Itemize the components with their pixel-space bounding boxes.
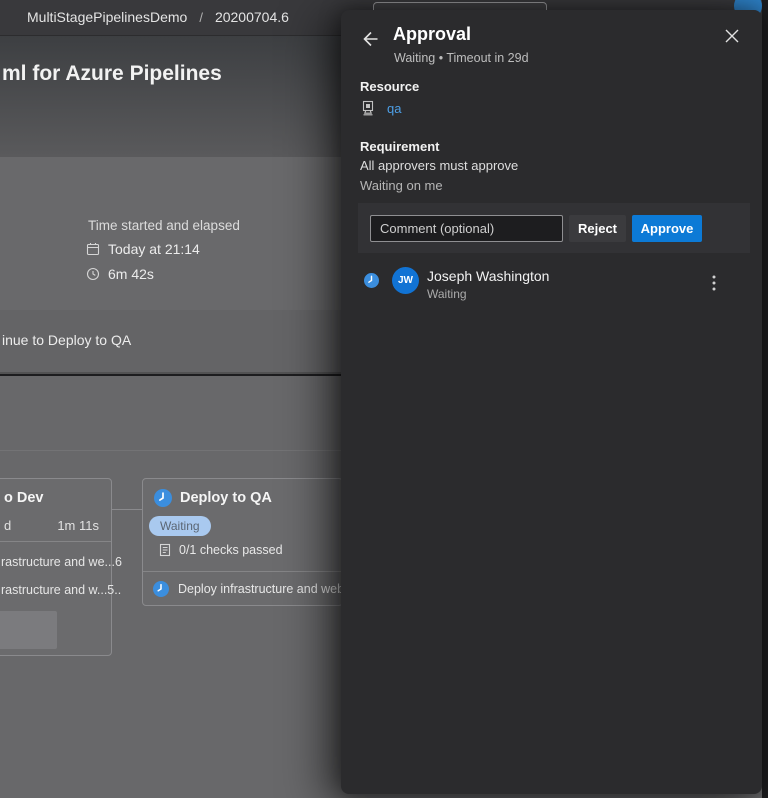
stage-qa-title-row: Deploy to QA	[154, 489, 272, 507]
environment-icon	[360, 100, 376, 116]
comment-toolbar: Reject Approve	[358, 203, 750, 253]
stage-card-deploy-to-qa[interactable]: Deploy to QA Waiting 0/1 checks passed D…	[142, 478, 343, 606]
time-elapsed-row: 6m 42s	[86, 266, 154, 282]
stage-dev-divider	[0, 541, 111, 542]
approver-status: Waiting	[427, 287, 467, 301]
back-arrow-icon[interactable]	[359, 28, 381, 50]
panel-subtitle: Waiting • Timeout in 29d	[394, 51, 529, 65]
breadcrumb-separator: /	[199, 10, 203, 25]
approver-name: Joseph Washington	[427, 268, 549, 284]
checks-passed-text: 0/1 checks passed	[179, 543, 283, 557]
stage-dev-title: o Dev	[4, 490, 44, 506]
reject-button[interactable]: Reject	[569, 215, 626, 242]
requirement-status: Waiting on me	[360, 178, 443, 193]
comment-input[interactable]	[370, 215, 563, 242]
resource-heading: Resource	[360, 79, 419, 94]
time-started-value: Today at 21:14	[108, 241, 200, 257]
breadcrumb: MultiStagePipelinesDemo / 20200704.6	[27, 9, 289, 25]
time-section-label: Time started and elapsed	[88, 218, 240, 233]
waiting-badge: Waiting	[149, 516, 211, 536]
calendar-icon	[86, 242, 100, 256]
approval-panel: Approval Waiting • Timeout in 29d Resour…	[341, 10, 762, 794]
panel-title: Approval	[393, 24, 471, 45]
waiting-status-icon	[153, 581, 169, 597]
stage-qa-job[interactable]: Deploy infrastructure and web...	[153, 581, 354, 597]
breadcrumb-project[interactable]: MultiStagePipelinesDemo	[27, 9, 187, 25]
stage-dev-job-2[interactable]: rastructure and w...5..	[1, 583, 121, 597]
time-started-row: Today at 21:14	[86, 241, 200, 257]
breadcrumb-run[interactable]: 20200704.6	[215, 9, 289, 25]
stage-connector-line	[112, 509, 142, 510]
stage-qa-title: Deploy to QA	[180, 490, 272, 506]
waiting-status-icon	[154, 489, 172, 507]
stage-qa-job-text: Deploy infrastructure and web...	[178, 582, 354, 596]
approve-button[interactable]: Approve	[632, 215, 702, 242]
checks-passed-link[interactable]: 0/1 checks passed	[158, 543, 283, 557]
close-icon[interactable]	[722, 26, 742, 46]
approval-banner-text: inue to Deploy to QA	[2, 332, 131, 348]
rerun-stage-button[interactable]: un stage	[0, 611, 57, 649]
waiting-status-icon	[364, 273, 379, 288]
requirement-heading: Requirement	[360, 139, 439, 154]
resource-qa-link[interactable]: qa	[387, 101, 401, 116]
more-options-icon[interactable]	[706, 274, 722, 292]
clock-icon	[86, 267, 100, 281]
stage-dev-duration: 1m 11s	[57, 518, 99, 533]
page-title: ml for Azure Pipelines	[2, 62, 222, 86]
checklist-icon	[158, 543, 172, 557]
stage-qa-divider	[143, 571, 342, 572]
stage-dev-status-fragment: d	[4, 518, 11, 533]
stage-card-deploy-to-dev[interactable]: o Dev d 1m 11s rastructure and we...6 ra…	[0, 478, 112, 656]
page-right-edge	[762, 0, 768, 798]
approver-avatar: JW	[392, 267, 419, 294]
time-elapsed-value: 6m 42s	[108, 266, 154, 282]
stage-dev-job-1[interactable]: rastructure and we...6	[1, 555, 122, 569]
requirement-rule: All approvers must approve	[360, 158, 518, 173]
screen: MultiStagePipelinesDemo / 20200704.6 ml …	[0, 0, 768, 798]
resource-row: qa	[360, 100, 401, 116]
approver-row: JW Joseph Washington Waiting	[341, 262, 762, 308]
